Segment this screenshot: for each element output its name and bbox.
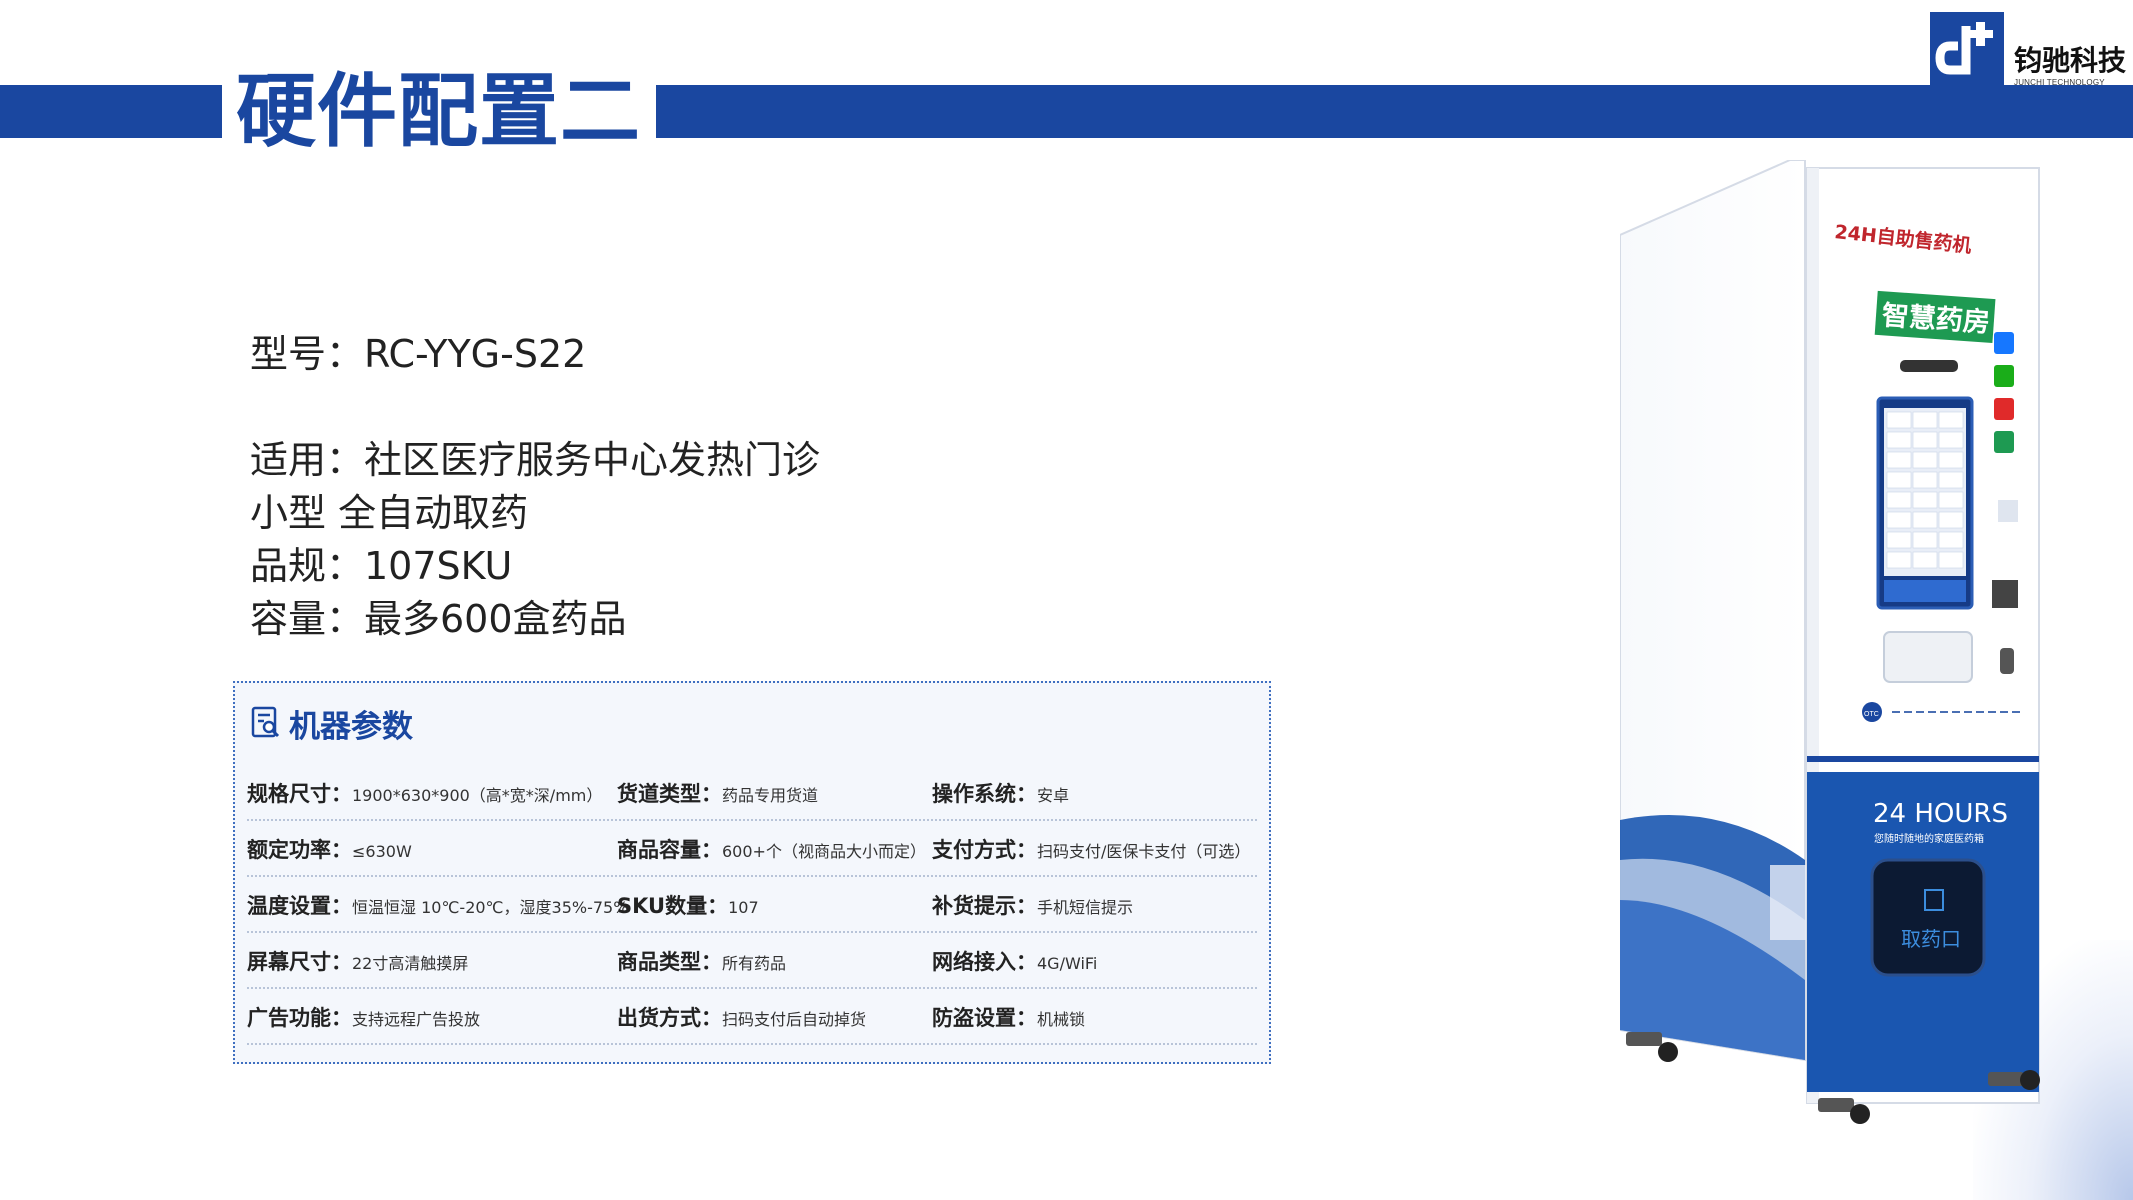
spec-model: 型号：RC-YYG-S22 [250,332,587,376]
param-cell: 防盗设置：机械锁 [932,1006,1086,1030]
unionpay-icon [1994,398,2014,420]
spec-sku: 品规：107SKU [250,544,513,588]
param-cell: 操作系统：安卓 [932,782,1070,806]
header-band-left [0,85,222,138]
medical-card-icon [1994,431,2014,453]
param-cell: 额定功率：≤630W [247,838,412,862]
camera-icon [1900,360,1958,372]
param-cell: 补货提示：手机短信提示 [932,894,1134,918]
params-header: 机器参数 [251,701,413,745]
param-cell: 网络接入：4G/WiFi [932,950,1098,974]
param-cell: 支付方式：扫码支付/医保卡支付（可选） [932,838,1251,862]
param-cell: 规格尺寸：1900*630*900（高*宽*深/mm） [247,782,603,806]
page-title: 硬件配置二 [236,65,641,158]
document-search-icon [251,706,280,738]
wechat-icon [1994,365,2014,387]
pickup-port [1870,858,1986,977]
param-row: 额定功率：≤630W 商品容量：600+个（视商品大小而定） 支付方式：扫码支付… [247,823,1257,877]
param-cell: 出货方式：扫码支付后自动掉货 [617,1006,867,1030]
scanner-icon [1992,580,2018,608]
logo-mark-icon [1930,12,2004,86]
spec-capacity: 容量：最多600盒药品 [250,597,627,641]
svg-text:OTC: OTC [1864,711,1879,718]
panel-subtitle: 您随时随地的家庭医药箱 [1874,832,1984,845]
param-row: 温度设置：恒温恒湿 10℃-20℃，湿度35%-75% SKU数量：107 补货… [247,879,1257,933]
header-band-right [656,85,2133,138]
param-cell: 货道类型：药品专用货道 [617,782,819,806]
param-row: 广告功能：支持远程广告投放 出货方式：扫码支付后自动掉货 防盗设置：机械锁 [247,991,1257,1045]
param-row: 规格尺寸：1900*630*900（高*宽*深/mm） 货道类型：药品专用货道 … [247,767,1257,821]
param-cell: 屏幕尺寸：22寸高清触摸屏 [247,950,469,974]
param-cell: 广告功能：支持远程广告投放 [247,1006,481,1030]
spec-type: 小型 全自动取药 [250,491,529,535]
vending-machine-illustration: 24H自助售药机 智慧药房 OTC 24 HOURS 您随时随地的家庭医药箱 取… [1620,160,2040,1124]
receipt-window [1883,631,1973,683]
alipay-icon [1994,332,2014,354]
card-slot [1998,500,2018,522]
param-cell: SKU数量：107 [617,894,759,918]
param-cell: 商品容量：600+个（视商品大小而定） [617,838,926,862]
param-row: 屏幕尺寸：22寸高清触摸屏 商品类型：所有药品 网络接入：4G/WiFi [247,935,1257,989]
logo-text: 钧驰科技 [2014,44,2127,77]
spec-usage: 适用：社区医疗服务中心发热门诊 [250,438,821,482]
pickup-label: 取药口 [1901,927,1961,951]
logo-subtext: JUNCHI TECHNOLOGY [2014,78,2105,87]
param-cell: 温度设置：恒温恒湿 10℃-20℃，湿度35%-75% [247,894,629,918]
param-cell: 商品类型：所有药品 [617,950,787,974]
company-logo: 钧驰科技 JUNCHI TECHNOLOGY [1930,12,2130,88]
panel-title: 24 HOURS [1873,799,2008,829]
params-title: 机器参数 [289,708,413,745]
params-panel: 机器参数 规格尺寸：1900*630*900（高*宽*深/mm） 货道类型：药品… [233,681,1271,1064]
